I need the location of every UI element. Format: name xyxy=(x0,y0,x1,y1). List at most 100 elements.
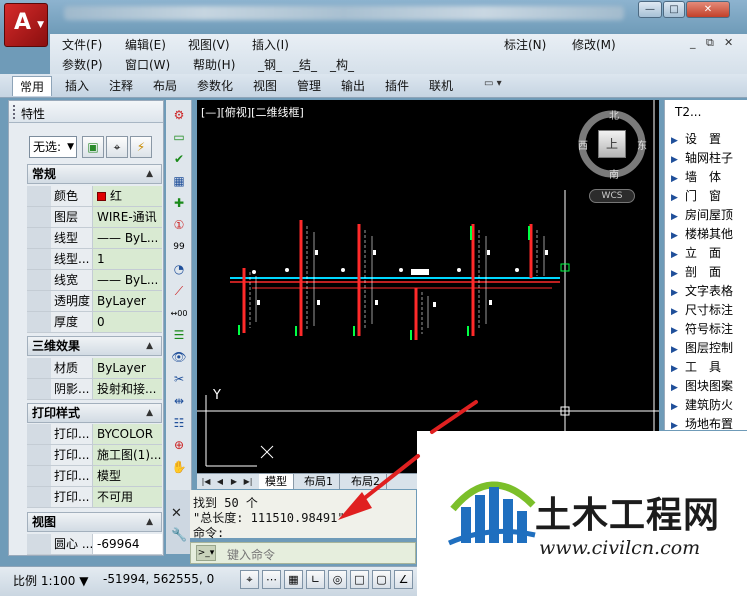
collapse-icon[interactable]: ▲ xyxy=(146,404,153,422)
eye-icon[interactable]: 👁 xyxy=(169,348,189,367)
compass-south[interactable]: 南 xyxy=(609,166,619,181)
tab-insert[interactable]: 插入 xyxy=(58,76,96,96)
viewcube-top-face[interactable]: 上 xyxy=(598,130,626,158)
palette-item[interactable]: ▶ 门 窗 xyxy=(671,187,747,205)
palette-item[interactable]: ▶ 轴网柱子 xyxy=(671,149,747,167)
tab-annotate[interactable]: 注释 xyxy=(102,76,140,96)
menu-insert[interactable]: 插入(I) xyxy=(252,36,289,53)
menu-structure[interactable]: _结_ xyxy=(293,56,317,73)
palette-item[interactable]: ▶ 符号标注 xyxy=(671,320,747,338)
drag-grip-icon[interactable] xyxy=(13,105,16,119)
object-snap-icon[interactable]: □ xyxy=(350,570,369,589)
prop-row-linetype-scale[interactable]: 线型... 1 xyxy=(27,249,162,270)
ribbon-options-icon[interactable]: ▭ ▾ xyxy=(484,78,502,89)
collapse-icon[interactable]: ▲ xyxy=(146,513,153,531)
application-menu-button[interactable]: A ▼ xyxy=(4,3,48,47)
ortho-mode-icon[interactable]: ∟ xyxy=(306,570,325,589)
prop-row-lineweight[interactable]: 线宽 —— ByL... xyxy=(27,270,162,291)
tab-layout[interactable]: 布局 xyxy=(146,76,184,96)
palette-item[interactable]: ▶ 图块图案 xyxy=(671,377,747,395)
doc-restore-button[interactable]: ⧉ xyxy=(706,36,714,50)
selection-dropdown[interactable]: 无选: ▼ xyxy=(29,136,77,158)
collapse-icon[interactable]: ▲ xyxy=(146,337,153,355)
first-layout-icon[interactable]: |◀ xyxy=(200,475,212,488)
menu-dimension[interactable]: 标注(N) xyxy=(504,36,546,53)
menu-parameters[interactable]: 参数(P) xyxy=(62,56,103,73)
tab-manage[interactable]: 管理 xyxy=(290,76,328,96)
menu-steel[interactable]: _钢_ xyxy=(258,56,282,73)
doc-close-button[interactable]: ✕ xyxy=(724,36,733,49)
arc-icon[interactable]: ◔ xyxy=(169,260,189,279)
palette-item[interactable]: ▶ 立 面 xyxy=(671,244,747,262)
calendar-icon[interactable]: ▦ xyxy=(169,172,189,191)
close-icon[interactable]: ✕ xyxy=(171,506,182,521)
command-prompt-icon[interactable]: >_▾ xyxy=(196,545,216,561)
toggle-pickadd-button[interactable]: ▣ xyxy=(82,136,104,158)
menu-edit[interactable]: 编辑(E) xyxy=(125,36,166,53)
tab-parametric[interactable]: 参数化 xyxy=(190,76,240,96)
select-objects-button[interactable]: ⌖ xyxy=(106,136,128,158)
scale-dropdown[interactable]: 比例 1:100 ▼ xyxy=(13,572,88,589)
layers-stack-icon[interactable]: ☷ xyxy=(169,414,189,433)
tab-model[interactable]: 模型 xyxy=(259,474,294,489)
tab-home[interactable]: 常用 xyxy=(12,76,53,96)
tab-online[interactable]: 联机 xyxy=(422,76,460,96)
wrench-icon[interactable]: 🔧 xyxy=(171,528,187,543)
section-general[interactable]: 常规 ▲ xyxy=(27,164,162,184)
prev-layout-icon[interactable]: ◀ xyxy=(214,475,226,488)
scissors-icon[interactable]: ✂ xyxy=(169,370,189,389)
prop-row-material[interactable]: 材质 ByLayer xyxy=(27,358,162,379)
quick-select-button[interactable]: ⚡ xyxy=(130,136,152,158)
menu-file[interactable]: 文件(F) xyxy=(62,36,102,53)
prop-row-layer[interactable]: 图层 WIRE-通讯 xyxy=(27,207,162,228)
section-plot-style[interactable]: 打印样式 ▲ xyxy=(27,403,162,423)
collapse-icon[interactable]: ▲ xyxy=(146,165,153,183)
palette-item[interactable]: ▶ 文字表格 xyxy=(671,282,747,300)
palette-item[interactable]: ▶ 剖 面 xyxy=(671,263,747,281)
next-layout-icon[interactable]: ▶ xyxy=(228,475,240,488)
drawing-canvas[interactable]: [—][俯视][二维线框] 北 西 东 南 上 WCS Y xyxy=(197,100,659,473)
tab-view[interactable]: 视图 xyxy=(246,76,284,96)
menu-window[interactable]: 窗口(W) xyxy=(125,56,170,73)
close-button[interactable]: ✕ xyxy=(686,1,730,18)
check-icon[interactable]: ✔ xyxy=(169,150,189,169)
tab-plugins[interactable]: 插件 xyxy=(378,76,416,96)
3d-object-snap-icon[interactable]: ▢ xyxy=(372,570,391,589)
menu-modify[interactable]: 修改(M) xyxy=(572,36,616,53)
palette-item[interactable]: ▶ 工 具 xyxy=(671,358,747,376)
object-snap-tracking-icon[interactable]: ∠ xyxy=(394,570,413,589)
lines-icon[interactable]: ☰ xyxy=(169,326,189,345)
zoom-icon[interactable]: ⊕ xyxy=(169,436,189,455)
palette-item[interactable]: ▶ 设 置 xyxy=(671,130,747,148)
menu-view[interactable]: 视图(V) xyxy=(188,36,230,53)
grid-display-icon[interactable]: ▦ xyxy=(284,570,303,589)
prop-row-thickness[interactable]: 厚度 0 xyxy=(27,312,162,333)
palette-item[interactable]: ▶ 建筑防火 xyxy=(671,396,747,414)
section-view[interactable]: 视图 ▲ xyxy=(27,512,162,532)
prop-row-plot-style[interactable]: 打印... BYCOLOR xyxy=(27,424,162,445)
palette-item[interactable]: ▶ 尺寸标注 xyxy=(671,301,747,319)
number-one-icon[interactable]: ① xyxy=(169,216,189,235)
prop-row-plot-attached[interactable]: 打印... 模型 xyxy=(27,466,162,487)
compass-east[interactable]: 东 xyxy=(637,137,647,152)
prop-row-transparency[interactable]: 透明度 ByLayer xyxy=(27,291,162,312)
palette-item[interactable]: ▶ 房间屋顶 xyxy=(671,206,747,224)
prop-row-color[interactable]: 颜色 红 xyxy=(27,186,162,207)
dimension-icon[interactable]: ↔00 xyxy=(169,304,189,323)
plus-icon[interactable]: ✚ xyxy=(169,194,189,213)
palette-item[interactable]: ▶ 图层控制 xyxy=(671,339,747,357)
prop-row-plot-table[interactable]: 打印... 施工图(1)... xyxy=(27,445,162,466)
menu-construct[interactable]: _构_ xyxy=(330,56,354,73)
gear-icon[interactable]: ⚙ xyxy=(169,106,189,125)
command-input[interactable]: >_▾ 键入命令 xyxy=(190,542,416,564)
prop-row-linetype[interactable]: 线型 —— ByL... xyxy=(27,228,162,249)
doc-minimize-button[interactable]: _ xyxy=(690,36,696,49)
palette-item[interactable]: ▶ 墙 体 xyxy=(671,168,747,186)
compass-west[interactable]: 西 xyxy=(578,137,588,152)
wcs-menu-button[interactable]: WCS xyxy=(589,189,635,203)
prop-row-center[interactable]: 圆心 ... -69964 xyxy=(27,534,162,555)
palette-item[interactable]: ▶ 场地布置 xyxy=(671,415,747,430)
layer-icon[interactable]: ▭ xyxy=(169,128,189,147)
pan-icon[interactable]: ✋ xyxy=(169,458,189,477)
last-layout-icon[interactable]: ▶| xyxy=(242,475,254,488)
